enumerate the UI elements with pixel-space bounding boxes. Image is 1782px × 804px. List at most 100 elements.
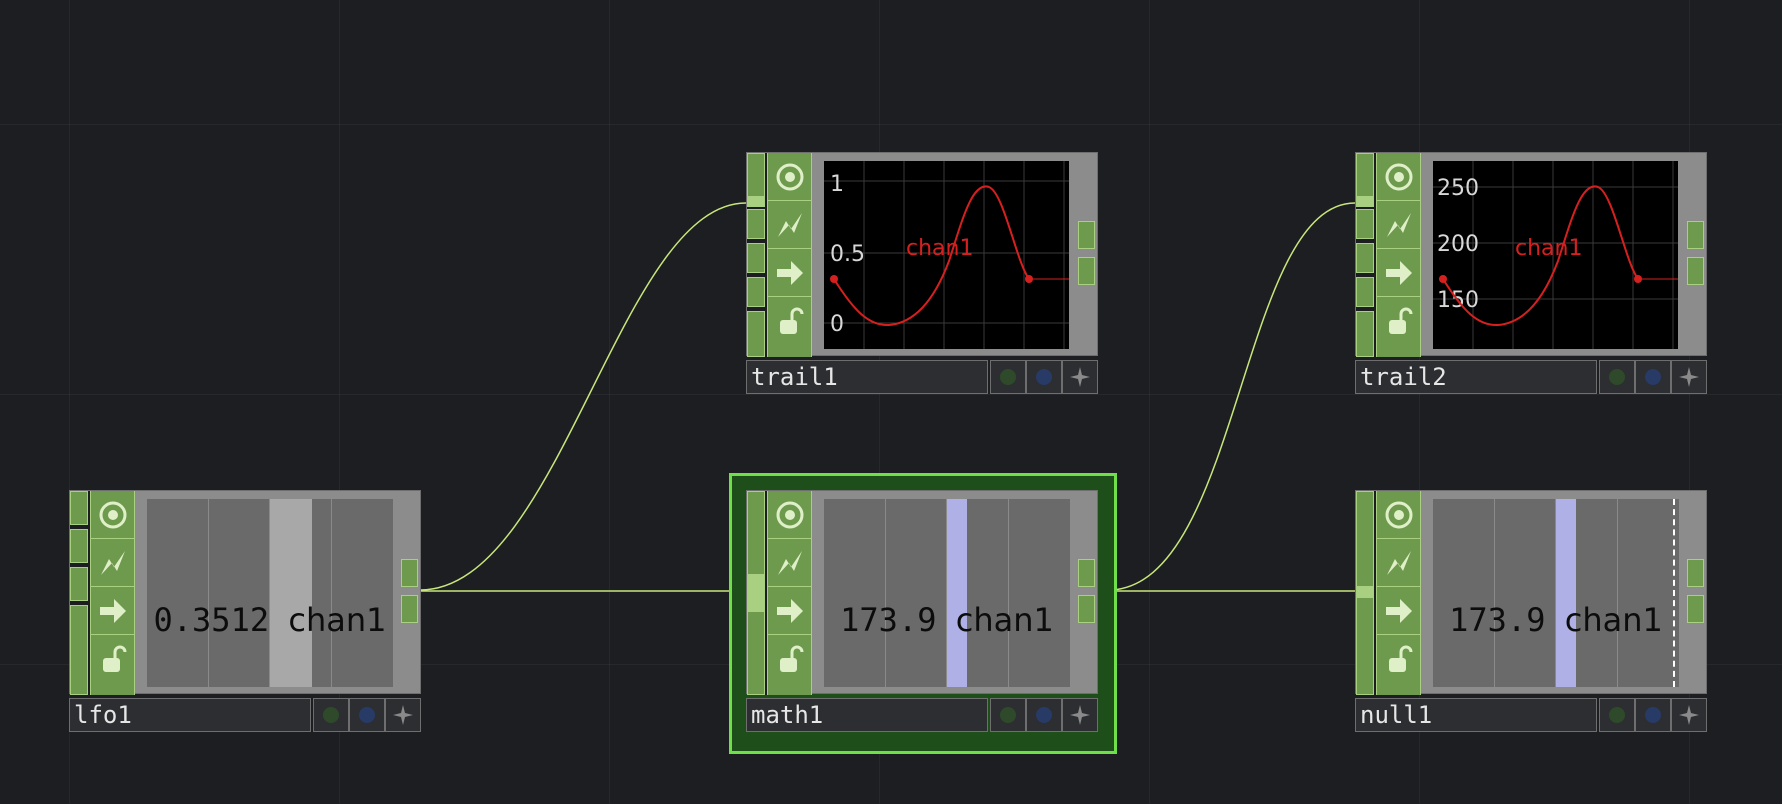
bypass-icon[interactable] xyxy=(1599,698,1635,732)
viewer-icon[interactable] xyxy=(1377,491,1420,539)
viewer-icon[interactable] xyxy=(768,491,811,539)
output-port[interactable] xyxy=(1078,221,1095,249)
node-name[interactable]: trail1 xyxy=(746,360,988,394)
node-lfo1[interactable]: 0.3512 chan1 lfo1 xyxy=(69,490,421,732)
input-port[interactable] xyxy=(1356,277,1374,307)
lock-icon[interactable] xyxy=(91,635,134,683)
node-trail1[interactable]: 1 0.5 0 chan1 trail1 xyxy=(746,152,1098,394)
chop-viewer[interactable]: 0.3512 chan1 xyxy=(147,499,393,687)
y-tick-label: 0 xyxy=(830,312,844,337)
chop-viewer[interactable]: 173.9 chan1 xyxy=(824,499,1070,687)
pin-icon[interactable] xyxy=(1671,698,1707,732)
dashed-marker xyxy=(1673,499,1675,687)
node-body[interactable]: 1 0.5 0 chan1 xyxy=(746,152,1098,357)
pin-icon[interactable] xyxy=(1062,360,1098,394)
bypass-icon[interactable] xyxy=(990,360,1026,394)
node-body[interactable]: 250 200 150 chan1 xyxy=(1355,152,1707,357)
node-trail2[interactable]: 250 200 150 chan1 trail2 xyxy=(1355,152,1707,394)
output-port[interactable] xyxy=(401,559,418,587)
node-body[interactable]: 173.9 chan1 xyxy=(1355,490,1707,695)
input-port[interactable] xyxy=(747,243,765,273)
input-port[interactable] xyxy=(70,491,88,525)
lock-icon[interactable] xyxy=(1377,297,1420,345)
node-body[interactable]: 173.9 chan1 xyxy=(746,490,1098,695)
input-port[interactable] xyxy=(747,277,765,307)
input-port[interactable] xyxy=(747,209,765,239)
wire-lfo1-trail1 xyxy=(419,202,747,591)
cook-icon[interactable] xyxy=(91,539,134,587)
output-port[interactable] xyxy=(1687,221,1704,249)
cook-icon[interactable] xyxy=(768,539,811,587)
node-name[interactable]: trail2 xyxy=(1355,360,1597,394)
output-port[interactable] xyxy=(1078,257,1095,285)
input-port[interactable] xyxy=(1356,197,1374,207)
channel-value: 173.9 xyxy=(840,601,937,639)
input-port[interactable] xyxy=(1356,243,1374,273)
input-port[interactable] xyxy=(747,611,765,695)
output-port[interactable] xyxy=(1078,559,1095,587)
bypass-icon[interactable] xyxy=(1599,360,1635,394)
arrow-icon[interactable] xyxy=(1377,587,1420,635)
trail-plot[interactable]: 250 200 150 chan1 xyxy=(1433,161,1678,349)
input-port[interactable] xyxy=(747,197,765,207)
output-port[interactable] xyxy=(401,595,418,623)
input-port[interactable] xyxy=(70,567,88,601)
arrow-icon[interactable] xyxy=(1377,249,1420,297)
viewer-icon[interactable] xyxy=(1377,153,1420,201)
node-null1[interactable]: 173.9 chan1 null1 xyxy=(1355,490,1707,732)
input-port[interactable] xyxy=(1356,587,1374,597)
display-icon[interactable] xyxy=(349,698,385,732)
node-math1[interactable]: 173.9 chan1 math1 xyxy=(746,490,1098,732)
bypass-icon[interactable] xyxy=(990,698,1026,732)
input-port[interactable] xyxy=(70,605,88,695)
display-icon[interactable] xyxy=(1635,698,1671,732)
output-ports xyxy=(400,491,420,695)
node-name[interactable]: math1 xyxy=(746,698,988,732)
input-port[interactable] xyxy=(1356,209,1374,239)
channel-label: chan1 xyxy=(906,236,973,261)
input-port[interactable] xyxy=(747,491,765,575)
bypass-icon[interactable] xyxy=(313,698,349,732)
arrow-icon[interactable] xyxy=(91,587,134,635)
display-icon[interactable] xyxy=(1026,698,1062,732)
output-port[interactable] xyxy=(1687,595,1704,623)
cook-icon[interactable] xyxy=(1377,201,1420,249)
output-port[interactable] xyxy=(1687,257,1704,285)
input-port[interactable] xyxy=(1356,597,1374,695)
input-port[interactable] xyxy=(747,153,765,197)
arrow-icon[interactable] xyxy=(768,249,811,297)
node-body[interactable]: 0.3512 chan1 xyxy=(69,490,421,695)
channel-name: chan1 xyxy=(1564,601,1663,639)
pin-icon[interactable] xyxy=(1062,698,1098,732)
node-name[interactable]: null1 xyxy=(1355,698,1597,732)
input-port[interactable] xyxy=(747,575,765,611)
viewer-icon[interactable] xyxy=(768,153,811,201)
output-port[interactable] xyxy=(1687,559,1704,587)
display-icon[interactable] xyxy=(1635,360,1671,394)
flag-column xyxy=(90,491,135,695)
viewer-icon[interactable] xyxy=(91,491,134,539)
cook-icon[interactable] xyxy=(768,201,811,249)
input-port[interactable] xyxy=(70,529,88,563)
channel-readout: 0.3512 chan1 xyxy=(147,601,393,639)
input-port[interactable] xyxy=(1356,491,1374,587)
arrow-icon[interactable] xyxy=(768,587,811,635)
lock-icon[interactable] xyxy=(768,635,811,683)
output-port[interactable] xyxy=(1078,595,1095,623)
display-icon[interactable] xyxy=(1026,360,1062,394)
lock-icon[interactable] xyxy=(768,297,811,345)
node-name[interactable]: lfo1 xyxy=(69,698,311,732)
lock-icon[interactable] xyxy=(1377,635,1420,683)
pin-icon[interactable] xyxy=(385,698,421,732)
y-tick-label: 200 xyxy=(1437,232,1479,257)
chop-viewer[interactable]: 173.9 chan1 xyxy=(1433,499,1679,687)
channel-value: 0.3512 xyxy=(153,601,270,639)
input-ports xyxy=(1356,491,1376,695)
channel-name: chan1 xyxy=(288,601,387,639)
input-port[interactable] xyxy=(1356,153,1374,197)
pin-icon[interactable] xyxy=(1671,360,1707,394)
input-port[interactable] xyxy=(747,311,765,357)
input-port[interactable] xyxy=(1356,311,1374,357)
cook-icon[interactable] xyxy=(1377,539,1420,587)
trail-plot[interactable]: 1 0.5 0 chan1 xyxy=(824,161,1069,349)
